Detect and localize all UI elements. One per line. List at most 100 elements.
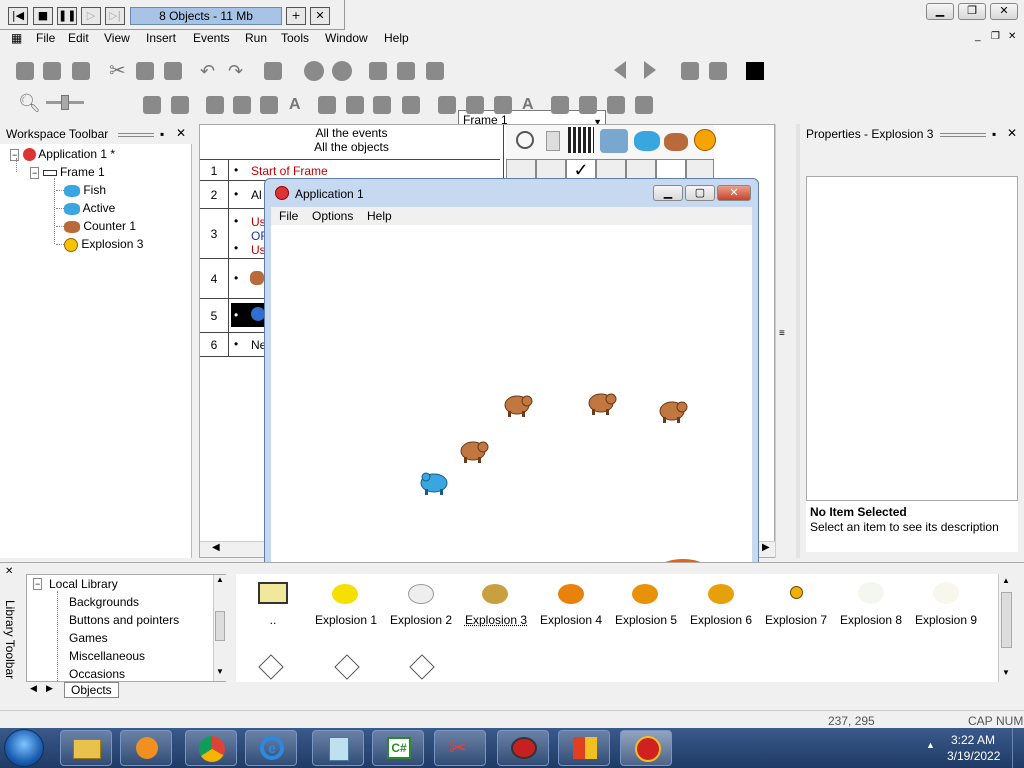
tools2-icon[interactable] (466, 96, 484, 114)
mdi-restore-icon[interactable]: ❐ (991, 31, 1000, 42)
tree-item-counter[interactable]: Counter 1 (64, 219, 136, 233)
task-explorer[interactable] (60, 730, 112, 766)
task-windows[interactable] (558, 730, 610, 766)
image-tool-icon[interactable] (260, 96, 278, 114)
back-icon[interactable] (304, 61, 324, 81)
task-fusion[interactable] (497, 730, 549, 766)
mdi-minimize-icon[interactable]: _ (975, 31, 981, 42)
menu-edit[interactable]: Edit (68, 31, 89, 45)
library-scrollbar[interactable]: ▲ ▼ (998, 574, 1014, 682)
menu-help[interactable]: Help (384, 31, 409, 45)
window-icon[interactable] (681, 62, 699, 80)
collapse-icon[interactable]: − (30, 167, 40, 179)
explosion-7-icon[interactable] (790, 586, 803, 599)
explosion-6-icon[interactable] (708, 584, 734, 604)
box-icon[interactable] (346, 96, 364, 114)
comment-icon[interactable] (264, 62, 282, 80)
game-canvas[interactable] (271, 225, 752, 585)
library-item-label[interactable]: Explosion 6 (683, 613, 759, 627)
explosion-4-icon[interactable] (558, 584, 584, 604)
task-notepad[interactable] (312, 730, 364, 766)
pattern-icon[interactable] (318, 96, 336, 114)
task-media[interactable] (120, 730, 172, 766)
timer-icon[interactable] (516, 131, 534, 149)
restart-icon[interactable]: |◀ (8, 7, 28, 25)
text2-icon[interactable]: A (522, 96, 540, 114)
properties-close-icon[interactable]: ✕ (1007, 126, 1017, 140)
redo-icon[interactable]: ↷ (228, 62, 246, 80)
task-application[interactable] (620, 730, 672, 766)
explosion-column-icon[interactable] (694, 129, 716, 151)
open-icon[interactable] (43, 62, 61, 80)
align-icon[interactable] (206, 96, 224, 114)
tray-arrow-icon[interactable]: ▲ (926, 740, 935, 750)
grid-icon[interactable] (402, 96, 420, 114)
tree-item-frame[interactable]: − Frame 1 (30, 165, 105, 179)
minimize-button[interactable]: ▁ (926, 3, 954, 20)
pin-icon[interactable]: ▪ (992, 127, 996, 141)
library-item-label[interactable]: Explosion 3 (458, 613, 534, 627)
library-item-label[interactable]: Explosion 1 (308, 613, 384, 627)
image2-icon[interactable] (494, 96, 512, 114)
pattern2-icon[interactable] (551, 96, 569, 114)
tab-objects[interactable]: Objects (64, 682, 119, 698)
app-minimize-button[interactable]: ▁ (653, 185, 683, 201)
tree-item-explosion[interactable]: Explosion 3 (64, 237, 143, 252)
fish-tool-icon[interactable] (373, 96, 391, 114)
explosion-8-icon[interactable] (858, 582, 884, 604)
stop-icon[interactable]: ■ (33, 7, 53, 25)
menu-file[interactable]: File (36, 31, 55, 45)
show-desktop-button[interactable] (1012, 728, 1024, 768)
tree-item-fish[interactable]: Fish (64, 183, 106, 197)
library-tree-scrollbar[interactable]: ▲ ▼ (213, 575, 226, 681)
properties-list[interactable] (806, 176, 1018, 552)
diamond-icon[interactable] (409, 654, 435, 680)
event-editor-icon[interactable] (426, 62, 444, 80)
library-folder[interactable]: Games (69, 631, 108, 645)
prev-frame-icon[interactable] (614, 61, 626, 79)
fish-column-icon[interactable] (634, 131, 660, 151)
library-folder[interactable]: Buttons and pointers (69, 613, 179, 627)
tools-icon[interactable] (233, 96, 251, 114)
storyboard-icon[interactable] (369, 62, 387, 80)
cut-icon[interactable]: ✂ (109, 61, 127, 81)
explosion-9-icon[interactable] (933, 582, 959, 604)
menu-tools[interactable]: Tools (281, 31, 309, 45)
workspace-close-icon[interactable]: ✕ (176, 126, 186, 140)
restore-button[interactable]: ❐ (958, 3, 986, 20)
tree-item-application[interactable]: − Application 1 * (10, 147, 115, 162)
tree-item-active[interactable]: Active (64, 201, 115, 215)
create-icon[interactable] (600, 129, 628, 153)
color-icon[interactable] (746, 62, 764, 80)
close-button[interactable]: ✕ (990, 3, 1018, 20)
menu-events[interactable]: Events (193, 31, 230, 45)
clock-time[interactable]: 3:22 AM (951, 733, 995, 747)
app-maximize-button[interactable]: ▢ (685, 185, 715, 201)
grip-icon[interactable] (118, 133, 154, 137)
layer-icon[interactable] (143, 96, 161, 114)
explosion-2-icon[interactable] (408, 584, 434, 604)
new-icon[interactable] (16, 62, 34, 80)
start-button[interactable] (4, 729, 44, 767)
paste-icon[interactable] (164, 62, 182, 80)
collapse-icon[interactable]: − (10, 149, 20, 161)
library-folder[interactable]: Miscellaneous (69, 649, 145, 663)
undo-icon[interactable]: ↶ (200, 62, 218, 80)
diamond-icon[interactable] (258, 654, 284, 680)
library-item-label[interactable]: Explosion 9 (908, 613, 984, 627)
app-menu-icon[interactable]: ▦ (11, 31, 22, 45)
frame-editor-icon[interactable] (397, 62, 415, 80)
copy-icon[interactable] (136, 62, 154, 80)
diamond-icon[interactable] (334, 654, 360, 680)
app-menu-help[interactable]: Help (367, 209, 392, 223)
text-tool-icon[interactable]: A (289, 96, 307, 114)
layer-alt-icon[interactable] (171, 96, 189, 114)
grid2-icon[interactable] (635, 96, 653, 114)
library-root[interactable]: Local Library (49, 577, 118, 591)
library-item-label[interactable]: .. (235, 613, 311, 627)
library-folder[interactable]: Occasions (69, 667, 125, 681)
vertical-scrollbar[interactable]: ≡ (775, 124, 793, 558)
explosion-3-icon[interactable] (482, 584, 508, 604)
zoom-slider-handle[interactable] (61, 95, 69, 110)
library-close-icon[interactable]: ✕ (5, 566, 13, 577)
